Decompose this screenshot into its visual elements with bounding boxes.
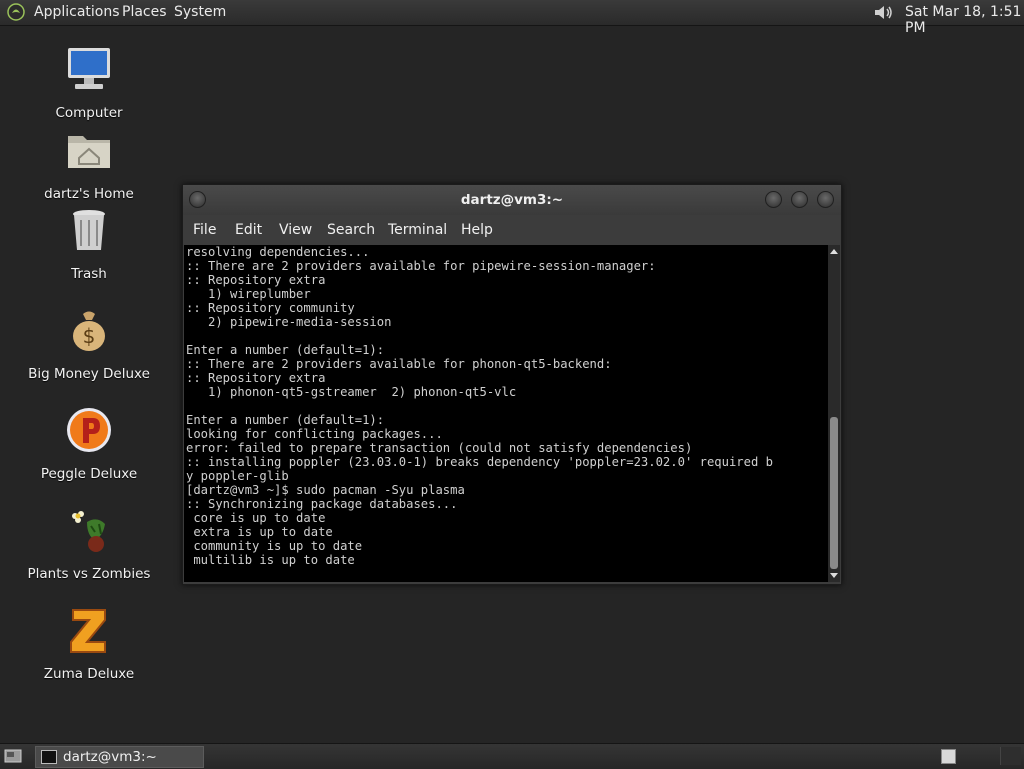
desktop-icon-home[interactable]: dartz's Home xyxy=(9,126,169,202)
menu-terminal[interactable]: Terminal xyxy=(388,222,447,238)
terminal-output[interactable]: resolving dependencies... :: There are 2… xyxy=(184,245,828,582)
terminal-icon xyxy=(41,750,57,764)
terminal-titlebar[interactable]: dartz@vm3:~ xyxy=(183,185,841,215)
zuma-icon xyxy=(70,609,106,653)
menu-edit[interactable]: Edit xyxy=(235,222,262,238)
taskbar-button-terminal[interactable]: dartz@vm3:~ xyxy=(35,746,204,768)
minimize-button[interactable] xyxy=(765,191,782,208)
terminal-scrollbar[interactable] xyxy=(828,245,840,582)
flower-icon xyxy=(72,511,105,552)
clock[interactable]: Sat Mar 18, 1:51 PM xyxy=(905,4,1024,36)
computer-icon xyxy=(68,48,110,89)
svg-text:$: $ xyxy=(83,324,96,348)
scroll-down-arrow-icon[interactable] xyxy=(830,573,838,578)
money-bag-icon: $ xyxy=(73,311,105,351)
desktop-icon-computer[interactable]: Computer xyxy=(9,45,169,121)
desktop-icon-label: Trash xyxy=(71,266,107,282)
desktop-icon-label: dartz's Home xyxy=(44,186,134,202)
top-panel: Applications Places System Sat Mar 18, 1… xyxy=(0,0,1024,36)
menu-places[interactable]: Places xyxy=(122,4,167,20)
close-button[interactable] xyxy=(817,191,834,208)
menu-file[interactable]: File xyxy=(193,222,216,238)
desktop-icon-label: Zuma Deluxe xyxy=(43,666,135,682)
terminal-window[interactable]: dartz@vm3:~ File Edit View Search Termin… xyxy=(182,184,842,585)
bottom-panel: dartz@vm3:~ xyxy=(0,743,1024,769)
peggle-icon xyxy=(67,408,111,452)
desktop-icon-big-money[interactable]: $ Big Money Deluxe xyxy=(9,306,169,382)
taskbar-label: dartz@vm3:~ xyxy=(63,749,157,765)
trash-icon xyxy=(73,210,105,250)
desktop-icon-label: Plants vs Zombies xyxy=(27,566,151,582)
desktop-icon-label: Computer xyxy=(55,105,123,121)
workspace-switcher-1[interactable] xyxy=(941,749,956,764)
scrollbar-thumb[interactable] xyxy=(830,417,838,569)
maximize-button[interactable] xyxy=(791,191,808,208)
terminal-menubar: File Edit View Search Terminal Help xyxy=(183,216,841,244)
terminal-text: resolving dependencies... :: There are 2… xyxy=(186,245,773,567)
window-title: dartz@vm3:~ xyxy=(460,192,564,208)
volume-icon[interactable] xyxy=(873,3,895,22)
menu-search[interactable]: Search xyxy=(327,222,375,238)
desktop-icon-plants-vs-zombies[interactable]: Plants vs Zombies xyxy=(9,506,169,582)
workspace-switcher-2[interactable] xyxy=(1000,747,1021,765)
desktop-icon-peggle[interactable]: Peggle Deluxe xyxy=(9,406,169,482)
desktop-icon-label: Peggle Deluxe xyxy=(40,466,138,482)
desktop-icon-zuma[interactable]: Zuma Deluxe xyxy=(9,606,169,682)
desktop-icon-trash[interactable]: Trash xyxy=(9,206,169,282)
scroll-up-arrow-icon[interactable] xyxy=(830,249,838,254)
desktop-icon-label: Big Money Deluxe xyxy=(28,366,150,382)
menu-system[interactable]: System xyxy=(174,4,226,20)
gnome-foot-icon[interactable] xyxy=(7,3,25,21)
show-desktop-icon[interactable] xyxy=(4,748,22,764)
home-folder-icon xyxy=(68,136,110,168)
menu-applications[interactable]: Applications xyxy=(34,4,120,20)
menu-help[interactable]: Help xyxy=(461,222,493,238)
menu-view[interactable]: View xyxy=(279,222,312,238)
